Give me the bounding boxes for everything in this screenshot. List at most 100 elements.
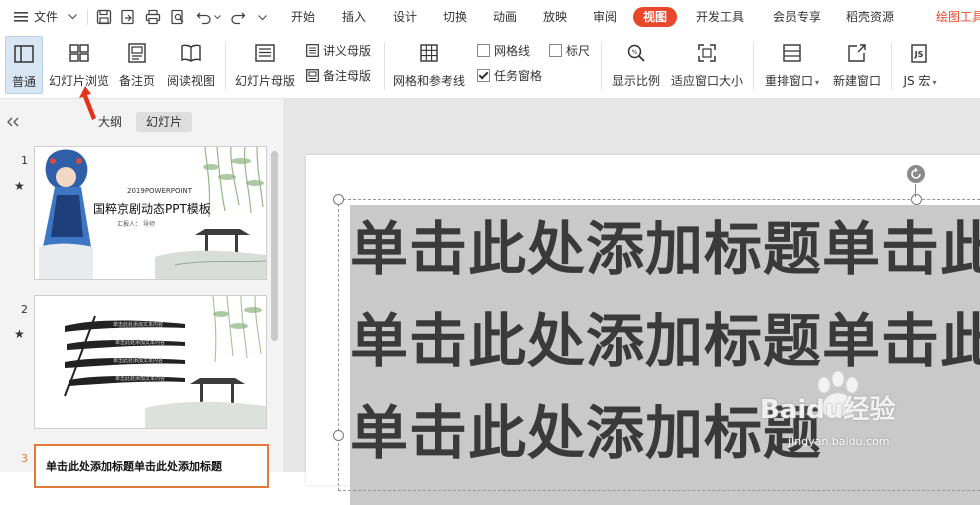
ruler-checkbox[interactable]: 标尺 [549, 41, 590, 61]
tab-review[interactable]: 审阅 [593, 0, 617, 34]
tab-start[interactable]: 开始 [291, 0, 315, 34]
tab-insert[interactable]: 插入 [342, 0, 366, 34]
normal-view-icon [14, 45, 34, 63]
thumb-reporter: 汇报人： 导师 [117, 221, 155, 228]
resize-handle[interactable] [911, 194, 922, 205]
ribbon: 普通 幻灯片浏览 备注页 阅读视图 幻灯片母版 讲义母版 备注母版 网格和参考线… [0, 34, 980, 99]
ribbon-separator [384, 42, 385, 90]
panel-tabbar: 大纲 幻灯片 [0, 99, 284, 135]
new-window-button[interactable]: 新建窗口 [829, 36, 885, 94]
slide-master-label: 幻灯片母版 [234, 74, 295, 88]
slide-number: 1 [21, 154, 28, 167]
undo-icon[interactable] [196, 9, 212, 25]
svg-text:JS: JS [914, 50, 924, 59]
notes-master-button[interactable]: 备注母版 [306, 66, 371, 86]
hamburger-icon [14, 12, 28, 22]
tab-design[interactable]: 设计 [393, 0, 417, 34]
tab-docer[interactable]: 稻壳资源 [846, 0, 894, 34]
js-macro-icon: JS [911, 44, 927, 63]
notes-page-button[interactable]: 备注页 [116, 36, 158, 94]
svg-text:%: % [632, 49, 638, 56]
arrange-windows-icon [783, 44, 801, 62]
slide-thumbnail-1[interactable]: 2019POWERPOINT 国粹京剧动态PPT模板 汇报人： 导师 [34, 146, 267, 280]
grid-icon [420, 44, 438, 62]
notes-page-label: 备注页 [118, 74, 155, 88]
notes-master-icon [306, 69, 319, 82]
watermark-url: jingyan.baidu.com [788, 435, 890, 448]
zoom-icon: % [627, 44, 645, 62]
print-icon[interactable] [145, 9, 161, 25]
book-icon [181, 44, 201, 62]
tab-slides[interactable]: 幻灯片 [136, 112, 193, 132]
chevron-down-icon [68, 14, 77, 20]
fit-window-label: 适应窗口大小 [670, 74, 743, 88]
fit-window-icon [698, 44, 716, 62]
new-window-icon [848, 44, 866, 62]
tab-member[interactable]: 会员专享 [773, 0, 821, 34]
slide-master-button[interactable]: 幻灯片母版 [232, 36, 298, 94]
rotate-handle-icon[interactable] [906, 164, 926, 184]
ruler-check-icon [549, 44, 562, 57]
tab-developer[interactable]: 开发工具 [696, 0, 744, 34]
tab-view[interactable]: 视图 [633, 7, 678, 27]
thumb-title: 国粹京剧动态PPT模板 [93, 202, 211, 216]
reading-view-button[interactable]: 阅读视图 [164, 36, 218, 94]
notes-master-label: 备注母版 [323, 69, 372, 83]
resize-handle[interactable] [333, 430, 344, 441]
resize-handle[interactable] [333, 194, 344, 205]
slide-thumbnail-2[interactable]: 单击此处添加文本内容 单击此处添加文本内容 单击此处添加文本内容 单击此处添加文… [34, 295, 267, 429]
tab-slideshow[interactable]: 放映 [543, 0, 567, 34]
zoom-button[interactable]: % 显示比例 [608, 36, 664, 94]
ribbon-separator [225, 42, 226, 90]
menu-bar: 文件 开始 插入 设计 切换 动画 放映 审阅 视图 开发工具 会员专享 稻壳资… [0, 0, 980, 34]
task-pane-checkbox[interactable]: 任务窗格 [477, 66, 542, 86]
tab-drawing-tools[interactable]: 绘图工具 [936, 0, 980, 34]
normal-view-button[interactable]: 普通 [5, 36, 43, 94]
handout-master-label: 讲义母版 [323, 44, 372, 58]
export-icon[interactable] [120, 9, 136, 25]
slide-number: 3 [21, 452, 28, 465]
grid-guides-button[interactable]: 网格和参考线 [390, 36, 468, 94]
print-preview-icon[interactable] [170, 9, 186, 25]
slide-thumbnail-3[interactable]: 单击此处添加标题单击此处添加标题 [34, 444, 269, 488]
js-macro-label: JS 宏 ▾ [903, 74, 937, 88]
task-pane-check-icon [477, 69, 490, 82]
file-menu[interactable]: 文件 [14, 0, 82, 34]
thumb-item: 单击此处添加文本内容 [115, 376, 166, 382]
gridlines-checkbox[interactable]: 网格线 [477, 41, 530, 61]
star-icon: ★ [14, 179, 25, 193]
slides-panel: 大纲 幻灯片 1 ★ 2019POWERPOINT 国粹京剧动态PPT模板 汇报… [0, 99, 285, 488]
js-macro-button[interactable]: JS JS 宏 ▾ [897, 36, 943, 94]
grid-guides-label: 网格和参考线 [392, 74, 465, 88]
annotation-arrow-icon [79, 86, 96, 120]
task-pane-label: 任务窗格 [494, 69, 543, 83]
tab-animation[interactable]: 动画 [493, 0, 517, 34]
gridlines-label: 网格线 [494, 44, 531, 58]
undo-dropdown-icon[interactable] [214, 15, 221, 20]
ribbon-separator [753, 42, 754, 90]
collapse-panel-icon[interactable] [7, 117, 19, 127]
ribbon-separator [891, 42, 892, 90]
thumb-item: 单击此处添加文本内容 [115, 340, 166, 346]
customize-dropdown-icon[interactable] [258, 15, 267, 21]
zoom-label: 显示比例 [611, 74, 660, 88]
slide-number: 2 [21, 303, 28, 316]
notes-page-icon [128, 43, 146, 63]
panel-scrollbar[interactable] [271, 151, 278, 341]
baidu-watermark: Baidu经验 jingyan.baidu.com [760, 365, 975, 465]
arrange-windows-button[interactable]: 重排窗口 ▾ [760, 36, 824, 94]
rotate-handle-line [915, 184, 916, 197]
save-icon[interactable] [96, 9, 112, 25]
watermark-brand: Baidu经验 [760, 395, 896, 425]
thumb-title-line1: 2019POWERPOINT [127, 187, 193, 195]
handout-master-icon [306, 44, 319, 57]
slide-sorter-icon [69, 44, 89, 62]
handout-master-button[interactable]: 讲义母版 [306, 41, 371, 61]
redo-icon[interactable] [230, 9, 246, 25]
fit-window-button[interactable]: 适应窗口大小 [668, 36, 746, 94]
arrange-windows-label: 重排窗口 ▾ [764, 74, 820, 88]
tab-transition[interactable]: 切换 [443, 0, 467, 34]
gridlines-check-icon [477, 44, 490, 57]
ruler-label: 标尺 [566, 44, 591, 58]
ribbon-separator [601, 42, 602, 90]
